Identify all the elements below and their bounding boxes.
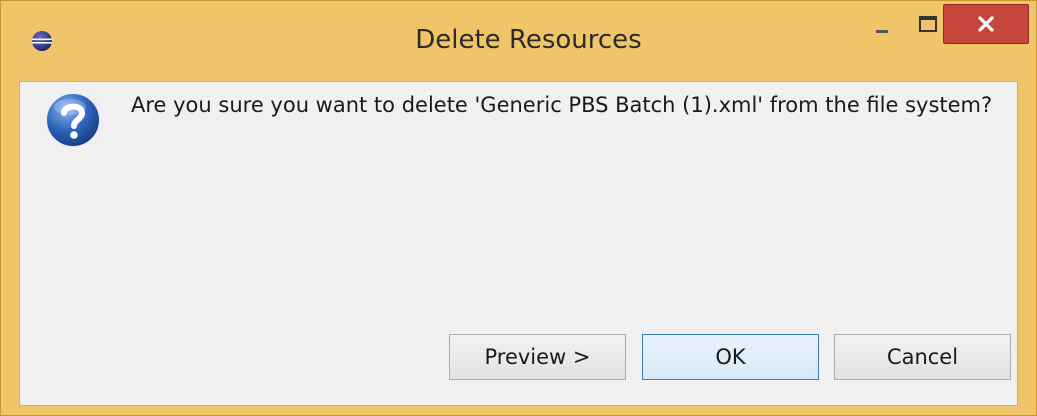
close-button[interactable] [943, 4, 1029, 44]
preview-button[interactable]: Preview > [449, 334, 626, 380]
minimize-icon [876, 29, 888, 33]
confirmation-message: Are you sure you want to delete 'Generic… [131, 93, 993, 117]
ok-button[interactable]: OK [642, 334, 819, 380]
minimize-button[interactable] [859, 5, 905, 43]
close-icon [978, 16, 994, 32]
maximize-icon [919, 16, 937, 32]
title-bar[interactable]: Delete Resources [1, 1, 1036, 81]
question-icon [45, 92, 101, 148]
dialog-body: Are you sure you want to delete 'Generic… [19, 81, 1018, 406]
cancel-button[interactable]: Cancel [834, 334, 1011, 380]
delete-resources-dialog: Delete Resources Are you sure you want t… [0, 0, 1037, 416]
